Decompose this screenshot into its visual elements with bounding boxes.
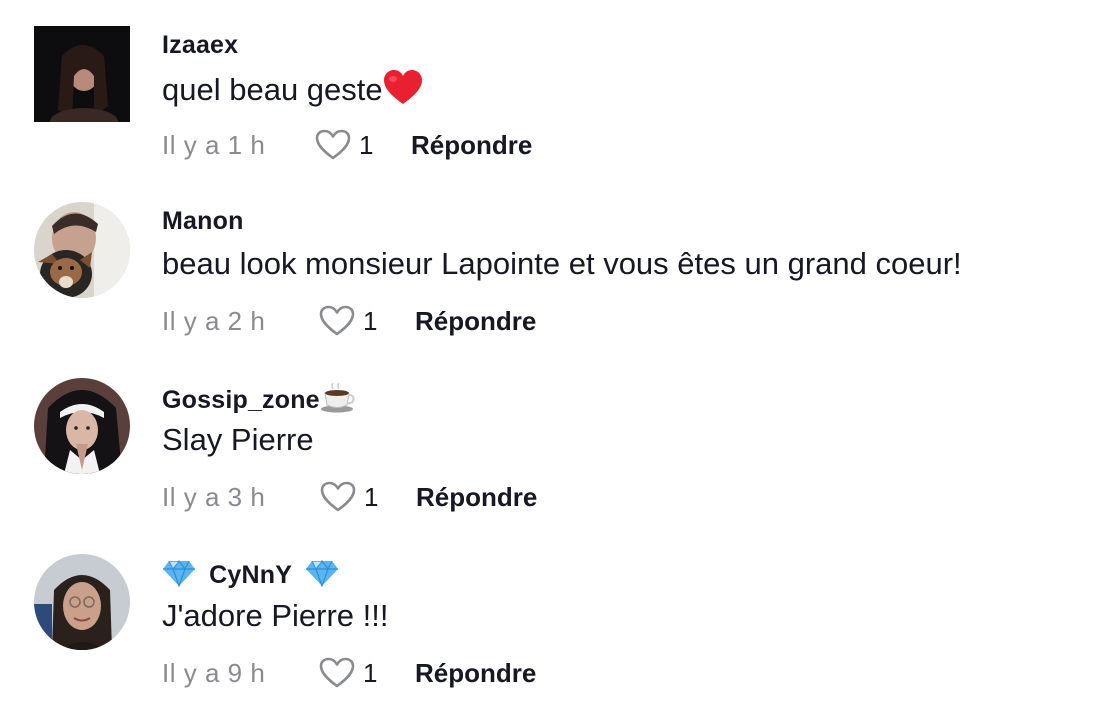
comment-time: Il y a 1 h: [162, 129, 266, 160]
like-count: 1: [364, 481, 379, 512]
comment-time: Il y a 2 h: [162, 305, 266, 336]
comment-username[interactable]: Izaaex: [162, 31, 238, 60]
gem-stone-icon: [162, 559, 196, 594]
like-count: 1: [359, 129, 374, 160]
gem-stone-icon: [305, 559, 339, 594]
like-button[interactable]: 1: [315, 129, 411, 161]
comment-username[interactable]: Manon: [162, 207, 244, 236]
red-heart-icon: [383, 70, 423, 114]
comment-item: Gossip_zone Slay Pierre Il y a 3 h 1 Rép…: [0, 352, 1118, 528]
coffee-cup-icon: [320, 382, 356, 420]
reply-button[interactable]: Répondre: [415, 658, 536, 689]
comment-meta: Il y a 2 h 1 Répondre: [162, 304, 536, 338]
reply-button[interactable]: Répondre: [415, 306, 536, 337]
like-button[interactable]: 1: [319, 305, 415, 337]
avatar[interactable]: [34, 554, 130, 650]
comment-username[interactable]: CyNnY: [162, 559, 339, 594]
comment-time: Il y a 3 h: [162, 481, 266, 512]
comment-meta: Il y a 1 h 1 Répondre: [162, 128, 532, 162]
like-count: 1: [363, 305, 378, 336]
avatar[interactable]: [34, 202, 130, 298]
like-count: 1: [363, 657, 378, 688]
comment-username[interactable]: Gossip_zone: [162, 382, 356, 420]
comment-item: Manon beau look monsieur Lapointe et vou…: [0, 176, 1118, 352]
comment-item: CyNnY J'adore Pierre !!! Il y a 9 h 1 Ré…: [0, 528, 1118, 704]
comment-text: J'adore Pierre !!!: [162, 598, 389, 633]
heart-outline-icon[interactable]: [319, 305, 355, 337]
avatar[interactable]: [34, 378, 130, 474]
comment-meta: Il y a 3 h 1 Répondre: [162, 480, 537, 514]
heart-outline-icon[interactable]: [315, 129, 351, 161]
avatar[interactable]: [34, 26, 130, 122]
comment-text: beau look monsieur Lapointe et vous êtes…: [162, 246, 962, 281]
heart-outline-icon[interactable]: [320, 481, 356, 513]
comment-time: Il y a 9 h: [162, 657, 266, 688]
like-button[interactable]: 1: [319, 657, 415, 689]
comment-text: quel beau geste: [162, 70, 423, 114]
comment-meta: Il y a 9 h 1 Répondre: [162, 656, 536, 690]
heart-outline-icon[interactable]: [319, 657, 355, 689]
reply-button[interactable]: Répondre: [411, 130, 532, 161]
comment-item: Izaaex quel beau geste Il y a 1 h 1 Répo…: [0, 0, 1118, 176]
like-button[interactable]: 1: [320, 481, 416, 513]
comment-text: Slay Pierre: [162, 422, 314, 457]
reply-button[interactable]: Répondre: [416, 482, 537, 513]
